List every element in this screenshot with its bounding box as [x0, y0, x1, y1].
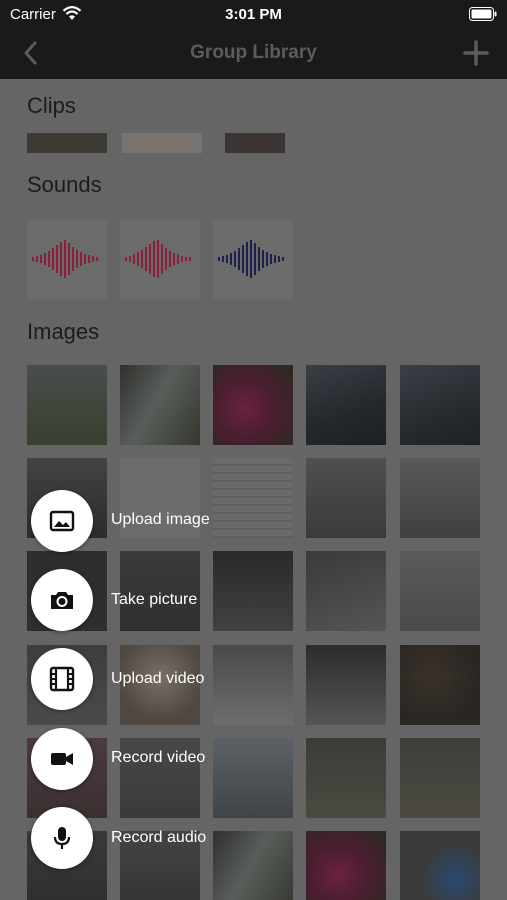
- take-picture-button[interactable]: [31, 569, 93, 631]
- clips-heading: Clips: [27, 93, 76, 118]
- image-thumbnail[interactable]: [306, 365, 386, 445]
- image-thumbnail[interactable]: [400, 551, 480, 631]
- record-audio-label[interactable]: Record audio: [111, 829, 206, 847]
- take-picture-label[interactable]: Take picture: [111, 591, 197, 609]
- video-camera-icon: [51, 753, 73, 765]
- image-thumbnail[interactable]: [306, 831, 386, 900]
- waveform-icon: [125, 240, 191, 278]
- waveform-icon: [218, 240, 284, 278]
- image-thumbnail[interactable]: [400, 645, 480, 725]
- navigation-bar: Group Library: [0, 28, 507, 79]
- record-audio-button[interactable]: [31, 807, 93, 869]
- status-time: 3:01 PM: [225, 6, 282, 23]
- image-thumbnail[interactable]: [213, 831, 293, 900]
- camera-icon: [51, 592, 73, 609]
- image-thumbnail[interactable]: [306, 645, 386, 725]
- sound-item[interactable]: [213, 219, 293, 299]
- image-icon: [49, 510, 75, 532]
- image-thumbnail[interactable]: [400, 738, 480, 818]
- image-thumbnail[interactable]: [213, 365, 293, 445]
- images-heading: Images: [27, 319, 100, 344]
- image-thumbnail[interactable]: [120, 365, 200, 445]
- image-thumbnail[interactable]: [400, 365, 480, 445]
- upload-image-button[interactable]: [31, 490, 93, 552]
- upload-video-label[interactable]: Upload video: [111, 670, 204, 688]
- clip-thumbnail[interactable]: [122, 133, 202, 153]
- page-title: Group Library: [190, 42, 317, 63]
- microphone-icon: [53, 827, 71, 849]
- upload-image-label[interactable]: Upload image: [111, 511, 210, 529]
- sound-item[interactable]: [120, 219, 200, 299]
- image-thumbnail[interactable]: [213, 458, 293, 538]
- record-video-label[interactable]: Record video: [111, 749, 205, 767]
- image-thumbnail[interactable]: [27, 365, 107, 445]
- battery-icon: [469, 7, 497, 26]
- image-thumbnail[interactable]: [306, 458, 386, 538]
- sound-item[interactable]: [27, 219, 107, 299]
- image-thumbnail[interactable]: [306, 551, 386, 631]
- clip-thumbnail[interactable]: [225, 133, 285, 153]
- image-thumbnail[interactable]: [213, 738, 293, 818]
- image-thumbnail[interactable]: [400, 458, 480, 538]
- image-thumbnail[interactable]: [213, 551, 293, 631]
- record-video-button[interactable]: [31, 728, 93, 790]
- plus-icon[interactable]: [463, 40, 489, 71]
- clip-thumbnail[interactable]: [27, 133, 107, 153]
- image-thumbnail[interactable]: [400, 831, 480, 900]
- waveform-icon: [32, 240, 98, 278]
- film-icon: [49, 666, 75, 692]
- sounds-heading: Sounds: [27, 172, 102, 197]
- image-thumbnail[interactable]: [306, 738, 386, 818]
- status-bar: Carrier 3:01 PM: [0, 0, 507, 28]
- upload-video-button[interactable]: [31, 648, 93, 710]
- image-thumbnail[interactable]: [213, 645, 293, 725]
